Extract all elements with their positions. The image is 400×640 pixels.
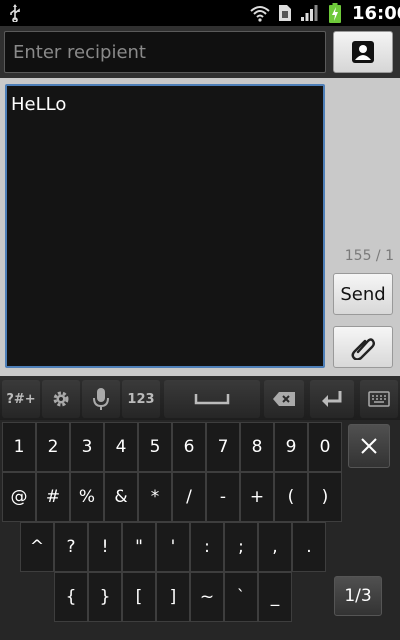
sim-icon (279, 5, 291, 21)
status-time: 16:00 (352, 3, 400, 24)
key[interactable]: & (104, 472, 138, 522)
key[interactable]: 5 (138, 422, 172, 472)
space-icon (194, 394, 230, 405)
key[interactable]: 6 (172, 422, 206, 472)
key[interactable]: ` (224, 572, 258, 622)
gear-icon (53, 391, 69, 407)
key[interactable]: 0 (308, 422, 342, 472)
message-area: HeLLo 155 / 1 Send (0, 78, 400, 376)
space-key[interactable] (164, 380, 260, 418)
key[interactable]: { (54, 572, 88, 622)
key[interactable]: [ (122, 572, 156, 622)
key[interactable]: - (206, 472, 240, 522)
paperclip-icon (351, 338, 375, 360)
key[interactable]: . (292, 522, 326, 572)
close-icon (361, 438, 377, 454)
symbol-keys: 1 2 3 4 5 6 7 8 9 0 @ # % & * / - + ( ) … (0, 420, 400, 640)
key[interactable]: ! (88, 522, 122, 572)
key[interactable]: 8 (240, 422, 274, 472)
key[interactable]: 1 (2, 422, 36, 472)
key[interactable]: _ (258, 572, 292, 622)
voice-input-key[interactable] (82, 380, 120, 418)
symbols-key[interactable]: ?#+ (2, 380, 40, 418)
keyboard-toolbar: ?#+ 123 (0, 376, 400, 420)
enter-icon (322, 391, 342, 407)
usb-icon (10, 4, 20, 22)
key[interactable]: : (190, 522, 224, 572)
key[interactable]: * (138, 472, 172, 522)
backspace-key[interactable] (264, 380, 304, 418)
key[interactable]: ? (54, 522, 88, 572)
battery-charging-icon (329, 3, 341, 23)
key[interactable]: } (88, 572, 122, 622)
attach-button[interactable] (333, 326, 393, 368)
microphone-icon (93, 388, 109, 410)
key[interactable]: " (122, 522, 156, 572)
key[interactable]: ; (224, 522, 258, 572)
key[interactable]: 3 (70, 422, 104, 472)
status-bar: 16:00 (0, 0, 400, 26)
key[interactable]: 7 (206, 422, 240, 472)
compose-screen: HeLLo 155 / 1 Send (0, 26, 400, 376)
key[interactable]: 4 (104, 422, 138, 472)
key[interactable]: 9 (274, 422, 308, 472)
signal-icon (301, 5, 318, 21)
key[interactable]: % (70, 472, 104, 522)
key[interactable]: + (240, 472, 274, 522)
page-key[interactable]: 1/3 (334, 576, 382, 616)
key[interactable]: ' (156, 522, 190, 572)
keyboard: ?#+ 123 1 2 3 4 5 6 7 8 9 0 @ # % & * / … (0, 376, 400, 640)
recipient-row (0, 26, 400, 78)
key[interactable]: 2 (36, 422, 70, 472)
backspace-icon (273, 392, 295, 406)
enter-key[interactable] (310, 380, 354, 418)
key[interactable]: # (36, 472, 70, 522)
close-keyboard-key[interactable] (348, 424, 390, 468)
keyboard-icon (368, 391, 390, 407)
wifi-icon (250, 6, 270, 22)
recipient-input[interactable] (4, 31, 326, 73)
char-counter: 155 / 1 (344, 248, 394, 264)
contact-icon (352, 41, 374, 63)
key[interactable]: ~ (190, 572, 224, 622)
send-button[interactable]: Send (333, 273, 393, 315)
message-input[interactable]: HeLLo (5, 84, 325, 368)
keyboard-switch-key[interactable] (360, 380, 398, 418)
key[interactable]: ) (308, 472, 342, 522)
key[interactable]: @ (2, 472, 36, 522)
settings-key[interactable] (42, 380, 80, 418)
contact-picker-button[interactable] (333, 31, 393, 73)
key[interactable]: ^ (20, 522, 54, 572)
key[interactable]: , (258, 522, 292, 572)
key[interactable]: ] (156, 572, 190, 622)
key[interactable]: / (172, 472, 206, 522)
key[interactable]: ( (274, 472, 308, 522)
numbers-key[interactable]: 123 (122, 380, 160, 418)
